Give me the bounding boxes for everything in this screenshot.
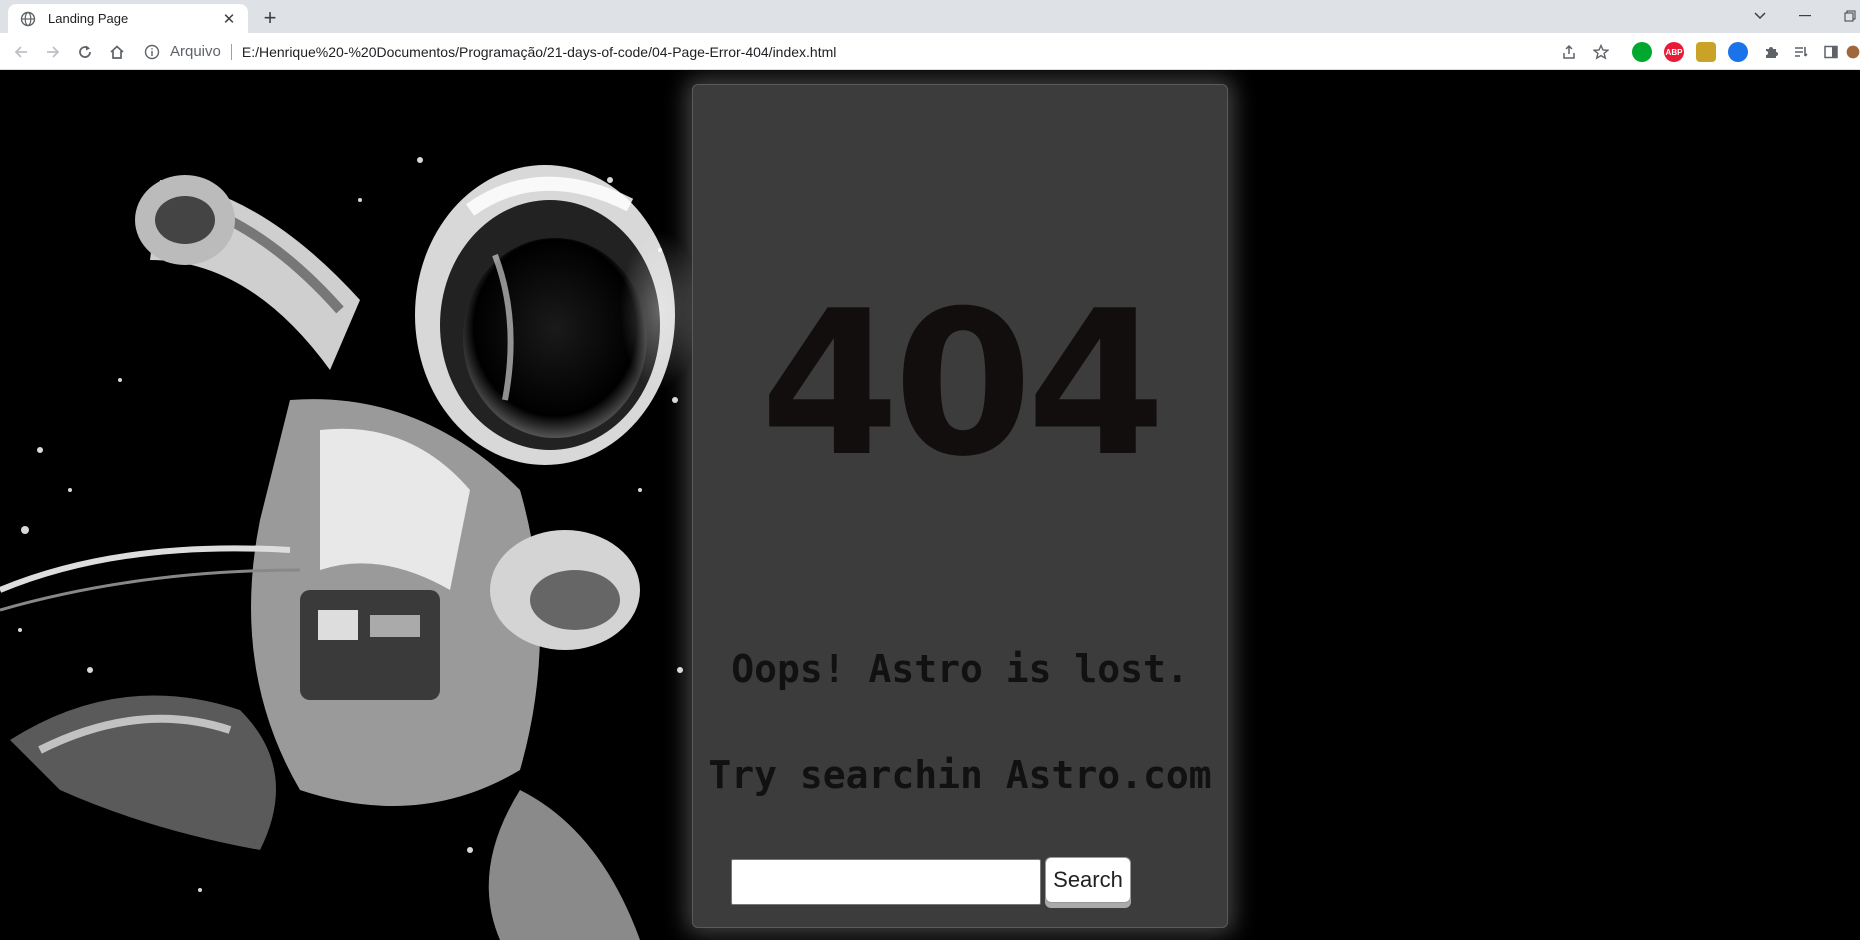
bookmark-star-icon[interactable] — [1588, 39, 1614, 65]
reload-icon[interactable] — [72, 39, 98, 65]
search-input[interactable] — [731, 859, 1041, 905]
extensions-puzzle-icon[interactable] — [1758, 39, 1784, 65]
burger-extension-icon[interactable] — [1696, 42, 1716, 62]
new-tab-icon[interactable]: + — [258, 5, 282, 30]
profile-avatar[interactable] — [1846, 39, 1860, 65]
evernote-icon[interactable] — [1632, 42, 1652, 62]
info-icon[interactable] — [142, 42, 162, 62]
minimize-icon[interactable] — [1795, 4, 1815, 28]
site-scheme-label[interactable]: Arquivo — [170, 43, 221, 60]
share-icon[interactable] — [1556, 39, 1582, 65]
tab-title: Landing Page — [48, 11, 129, 26]
search-button[interactable]: Search — [1045, 857, 1131, 903]
reading-list-icon[interactable] — [1788, 39, 1814, 65]
back-icon[interactable] — [8, 39, 34, 65]
tab-search-icon[interactable] — [1750, 4, 1770, 28]
close-tab-icon[interactable]: ✕ — [220, 10, 238, 28]
adblock-plus-icon[interactable]: ABP — [1664, 42, 1684, 62]
browser-toolbar: Arquivo E:/Henrique%20-%20Documentos/Pro… — [0, 33, 1860, 70]
address-bar[interactable]: Arquivo E:/Henrique%20-%20Documentos/Pro… — [142, 37, 1602, 66]
shield-extension-icon[interactable] — [1728, 42, 1748, 62]
page-viewport: 404 Oops! Astro is lost. Try searchin As… — [0, 70, 1860, 940]
side-panel-icon[interactable] — [1818, 39, 1844, 65]
error-code: 404 — [760, 268, 1165, 501]
address-url[interactable]: E:/Henrique%20-%20Documentos/Programação… — [242, 44, 837, 60]
astronaut-illustration — [0, 70, 700, 940]
error-card: 404 Oops! Astro is lost. Try searchin As… — [692, 84, 1228, 928]
error-message: Oops! Astro is lost. — [731, 647, 1189, 691]
home-icon[interactable] — [104, 39, 130, 65]
restore-icon[interactable] — [1840, 4, 1860, 28]
globe-icon — [20, 11, 36, 27]
forward-icon[interactable] — [40, 39, 66, 65]
browser-tab[interactable]: Landing Page ✕ — [8, 4, 248, 33]
search-hint: Try searchin Astro.com — [708, 753, 1212, 797]
tab-strip: Landing Page ✕ + — [0, 0, 1860, 33]
address-divider — [230, 43, 232, 60]
